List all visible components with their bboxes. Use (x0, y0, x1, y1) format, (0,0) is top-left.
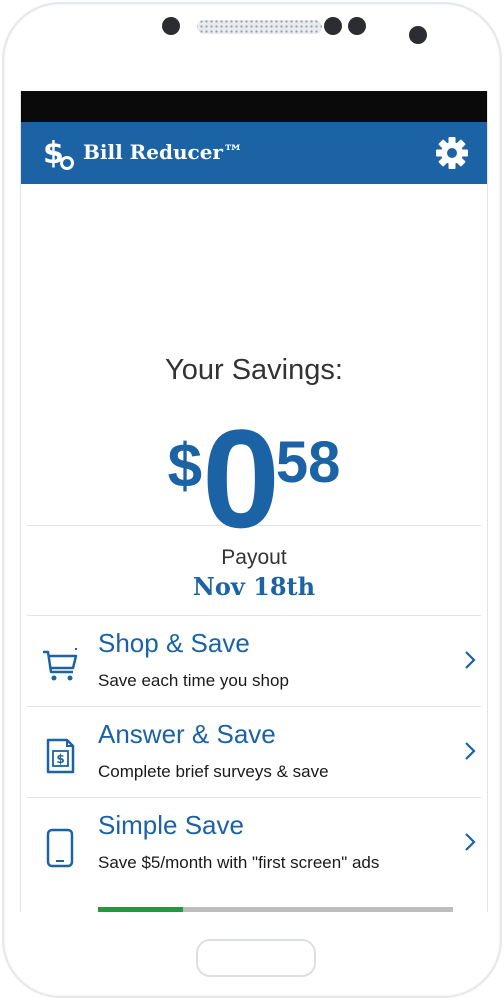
speaker-grille (197, 20, 322, 34)
payout-panel: Payout Nov 18th (21, 526, 487, 615)
chevron-right-icon (465, 651, 476, 669)
menu-item-simple-save[interactable]: Simple Save Save $5/month with "first sc… (21, 798, 487, 912)
savings-cents: 58 (275, 430, 341, 495)
savings-label: Your Savings: (165, 354, 343, 386)
app-screen: $ Bill Reducer™ Your Savings: $058 Payou… (20, 91, 488, 912)
app-bar: $ Bill Reducer™ (21, 122, 487, 184)
survey-document-icon: $ (46, 738, 75, 774)
front-camera-icon (162, 17, 180, 35)
menu-item-title: Answer & Save (98, 719, 276, 749)
payout-label: Payout (221, 546, 287, 569)
menu-item-subtitle: Save $5/month with "first screen" ads (98, 853, 380, 872)
bill-reducer-logo-icon: $ (43, 136, 74, 171)
menu-item-subtitle: Complete brief surveys & save (98, 762, 329, 781)
chevron-right-icon (465, 833, 476, 851)
sensor-icon (348, 17, 366, 35)
menu-item-subtitle: Save each time you shop (98, 671, 289, 690)
payout-date: Nov 18th (192, 572, 316, 601)
svg-text:$: $ (56, 752, 64, 766)
simple-save-progress-bar (98, 907, 453, 912)
gear-icon[interactable] (435, 136, 469, 170)
menu-item-title: Simple Save (98, 810, 244, 840)
shopping-cart-icon (43, 648, 78, 681)
smartphone-icon (46, 828, 74, 868)
sensor-icon (324, 17, 342, 35)
menu-item-answer-and-save[interactable]: $ Answer & Save Complete brief surveys &… (21, 707, 487, 797)
menu-item-shop-and-save[interactable]: Shop & Save Save each time you shop (21, 616, 487, 706)
app-title: Bill Reducer™ (83, 140, 243, 164)
status-bar (21, 91, 487, 122)
progress-fill (98, 907, 184, 912)
savings-panel: Your Savings: $058 (21, 184, 487, 549)
camera-icon (409, 26, 427, 44)
currency-symbol: $ (167, 432, 203, 501)
home-button[interactable] (196, 939, 316, 977)
chevron-right-icon (465, 742, 476, 760)
savings-amount: $058 (21, 409, 487, 549)
menu-item-title: Shop & Save (98, 628, 250, 658)
